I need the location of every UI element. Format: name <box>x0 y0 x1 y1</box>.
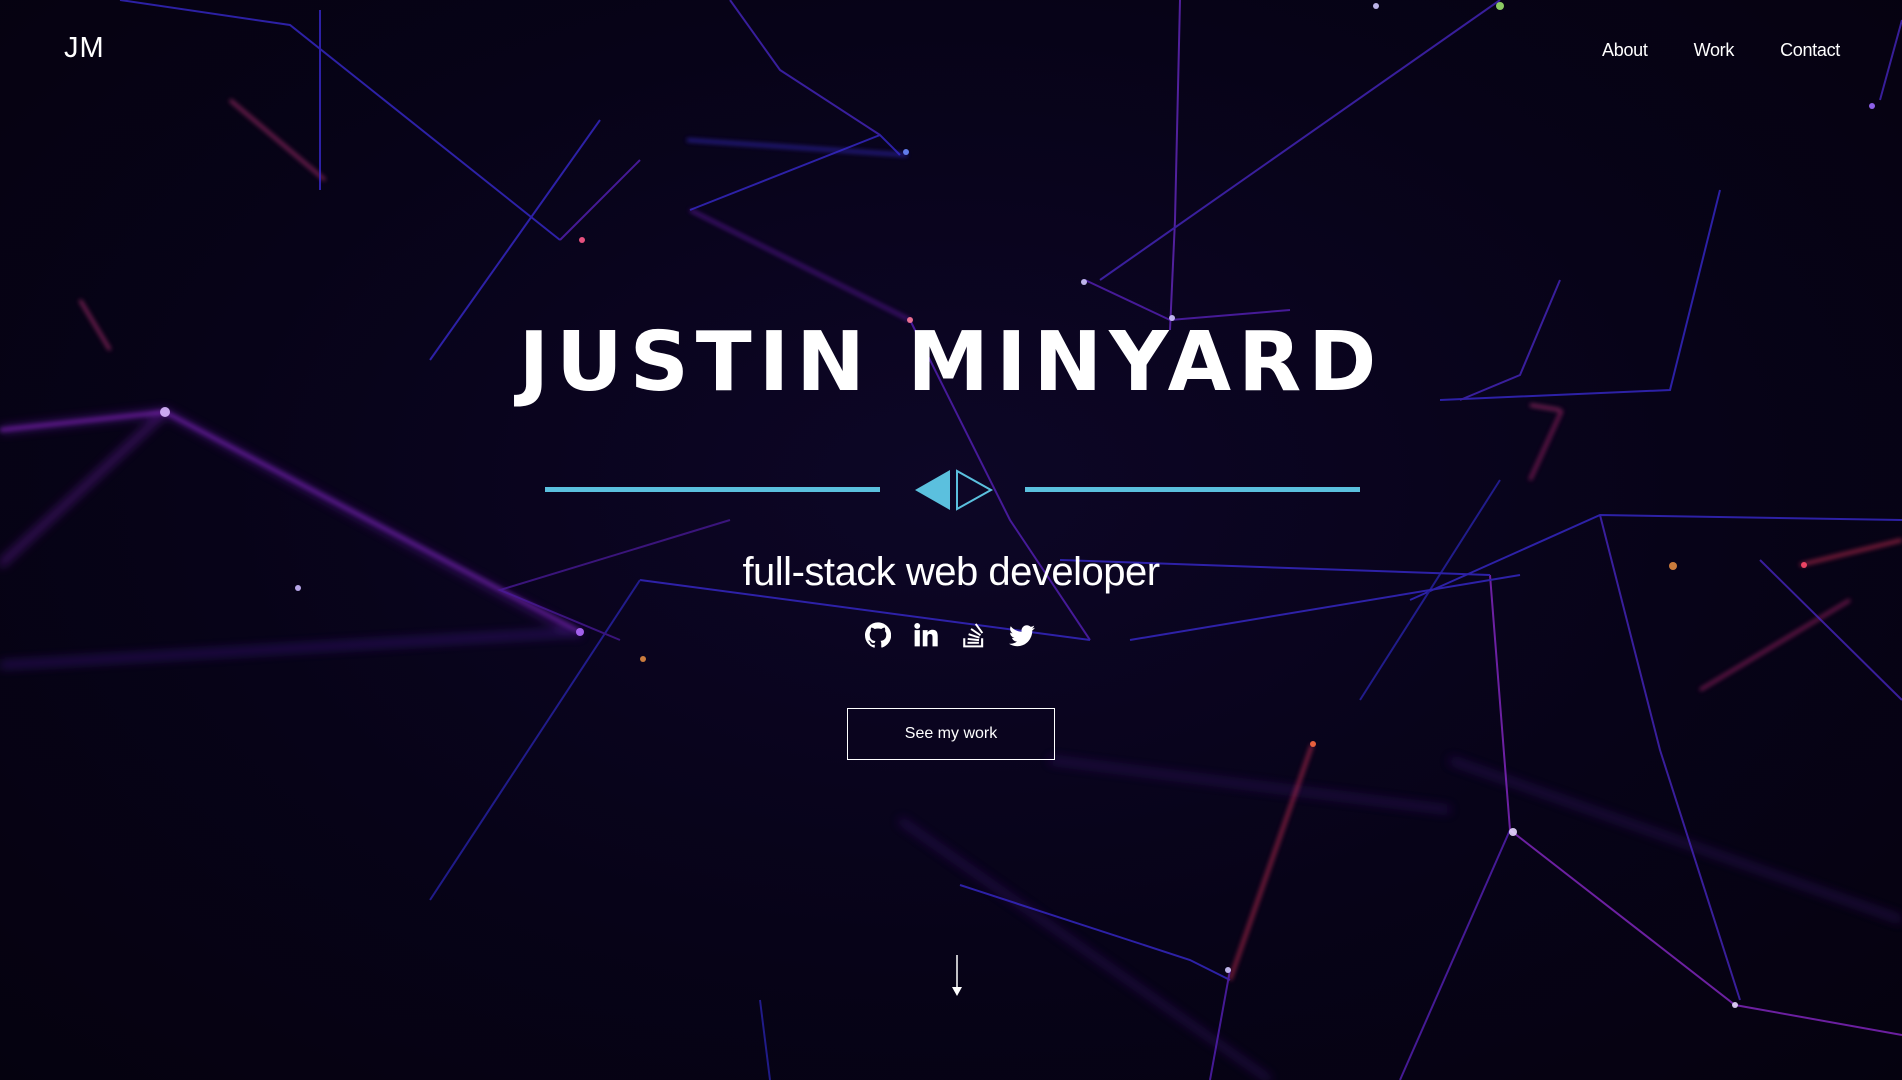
nav-link-about[interactable]: About <box>1602 40 1648 61</box>
nav-link-work[interactable]: Work <box>1694 40 1735 61</box>
nav-link-contact[interactable]: Contact <box>1780 40 1840 61</box>
see-my-work-button[interactable]: See my work <box>847 708 1055 760</box>
scroll-down-arrow-icon[interactable] <box>950 955 964 997</box>
stackoverflow-icon[interactable] <box>961 620 987 650</box>
divider-right-line <box>1025 487 1360 492</box>
social-links <box>0 620 1902 650</box>
main-nav: About Work Contact <box>1602 40 1840 61</box>
site-logo[interactable]: JM <box>64 32 105 65</box>
hero-name: JUSTIN MINYARD <box>518 315 1384 410</box>
linkedin-icon[interactable] <box>913 620 939 650</box>
code-brackets-icon <box>915 469 994 511</box>
hero-section: JM About Work Contact JUSTIN MINYARD ful… <box>0 0 1902 1080</box>
particle-network-background <box>0 0 1902 1080</box>
twitter-icon[interactable] <box>1009 620 1035 650</box>
hero-tagline: full-stack web developer <box>742 550 1160 594</box>
divider-left-line <box>545 487 880 492</box>
github-icon[interactable] <box>865 620 892 650</box>
